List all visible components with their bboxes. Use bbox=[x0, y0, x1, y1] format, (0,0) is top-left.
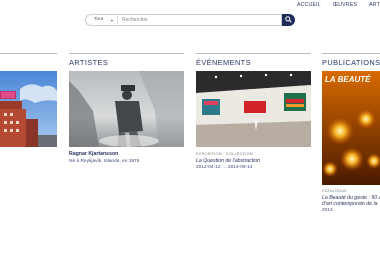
artist-name[interactable]: Ragnar Kjartansson bbox=[69, 151, 184, 157]
section-artistes: ARTISTES bbox=[69, 53, 184, 68]
event-category: EXPOSITION · COLLECTION bbox=[196, 151, 253, 156]
search-button[interactable] bbox=[282, 13, 295, 26]
event-thumbnail[interactable] bbox=[196, 71, 311, 147]
section-divider bbox=[196, 53, 311, 54]
search-scope-value: Tout bbox=[94, 17, 104, 22]
artist-thumbnail[interactable] bbox=[69, 71, 184, 147]
section-divider bbox=[322, 53, 380, 54]
section-evenements: ÉVÉNEMENTS bbox=[196, 53, 311, 68]
section-title-publications: PUBLICATIONS bbox=[322, 58, 380, 67]
section-title-artistes: ARTISTES bbox=[69, 58, 109, 67]
section-divider bbox=[69, 53, 184, 54]
nav-oeuvres[interactable]: ŒUVRES bbox=[333, 2, 357, 10]
chevron-down-icon: ▾ bbox=[110, 17, 113, 23]
search-icon bbox=[285, 16, 292, 23]
section-partial-left bbox=[0, 53, 57, 54]
event-name[interactable]: La Question de l'abstraction bbox=[196, 158, 311, 164]
search-bar: Tout ▾ Rechercher bbox=[85, 13, 295, 26]
top-nav: ACCUEIL ŒUVRES ART bbox=[297, 2, 380, 10]
search-placeholder: Rechercher bbox=[122, 16, 148, 23]
artist-info: Ragnar Kjartansson Né à Reykjavík, Islan… bbox=[69, 151, 184, 164]
section-publications: PUBLICATIONS bbox=[322, 53, 380, 68]
search-input[interactable]: Rechercher bbox=[117, 13, 282, 26]
publication-name-line2[interactable]: d'art contemporain de la bbox=[322, 201, 380, 207]
nav-accueil[interactable]: ACCUEIL bbox=[297, 2, 321, 10]
event-dates: 2012-04-12 → 2014-09-14 bbox=[196, 165, 253, 170]
search-scope-select[interactable]: Tout ▾ bbox=[85, 13, 117, 26]
artist-detail: Né à Reykjavík, Islande, en 1976 bbox=[69, 159, 140, 164]
section-divider bbox=[0, 53, 57, 54]
publication-category: CATALOGUE bbox=[322, 188, 348, 193]
publication-year: 2014 bbox=[322, 208, 333, 213]
event-info: EXPOSITION · COLLECTION La Question de l… bbox=[196, 151, 311, 170]
publication-cover[interactable]: LA BEAUTÉ bbox=[322, 71, 380, 185]
publication-info: CATALOGUE La Beauté du geste : 50 a d'ar… bbox=[322, 188, 380, 213]
publication-cover-title: LA BEAUTÉ bbox=[325, 75, 371, 84]
section-title-evenements: ÉVÉNEMENTS bbox=[196, 58, 251, 67]
partial-left-thumbnail[interactable] bbox=[0, 71, 57, 147]
nav-art[interactable]: ART bbox=[369, 2, 380, 10]
